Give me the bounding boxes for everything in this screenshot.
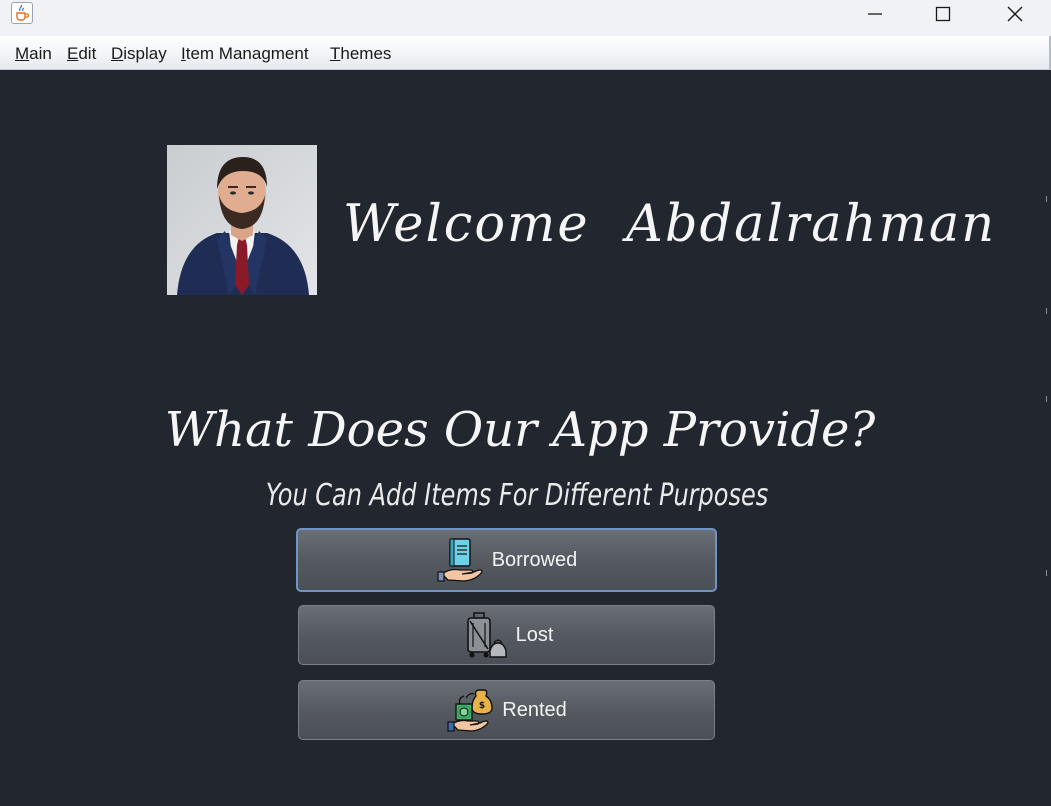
- menu-main[interactable]: Main: [15, 44, 52, 64]
- rented-label: Rented: [502, 698, 567, 721]
- maximize-icon: [935, 6, 951, 22]
- menu-display[interactable]: Display: [111, 44, 167, 64]
- welcome-heading: Welcome Abdalrahman: [343, 195, 997, 254]
- menu-bar: Main Edit Display Item Managment Themes: [0, 36, 1051, 70]
- minimize-button[interactable]: [841, 0, 909, 28]
- menu-item-management[interactable]: Item Managment: [181, 44, 309, 64]
- menu-edit-label: dit: [78, 44, 97, 63]
- lost-button[interactable]: Lost: [298, 605, 715, 665]
- close-button[interactable]: [981, 0, 1049, 28]
- section-subtitle: You Can Add Items For Different Purposes: [265, 478, 769, 513]
- menu-themes[interactable]: Themes: [330, 44, 391, 64]
- menu-themes-mnemonic: T: [330, 44, 341, 63]
- menu-display-label: isplay: [123, 44, 167, 63]
- menu-item-management-label: tem Managment: [185, 44, 309, 63]
- menu-main-label: ain: [29, 44, 52, 63]
- menu-edit[interactable]: Edit: [67, 44, 96, 64]
- maximize-button[interactable]: [909, 0, 977, 28]
- title-bar[interactable]: [0, 0, 1051, 36]
- app-window: Main Edit Display Item Managment Themes: [0, 0, 1051, 806]
- menu-display-mnemonic: D: [111, 44, 124, 63]
- java-cup-icon[interactable]: [11, 2, 33, 24]
- menu-edit-mnemonic: E: [67, 44, 79, 63]
- rented-button[interactable]: $ Rented: [298, 680, 715, 740]
- borrowed-label: Borrowed: [491, 548, 578, 571]
- section-title: What Does Our App Provide?: [164, 402, 876, 458]
- close-icon: [1007, 6, 1023, 22]
- menu-themes-label: hemes: [340, 44, 392, 63]
- user-avatar: [167, 145, 317, 295]
- money-in-hand-icon: $: [447, 689, 493, 732]
- menu-main-mnemonic: M: [15, 44, 30, 63]
- svg-text:$: $: [479, 701, 485, 711]
- minimize-icon: [868, 13, 882, 15]
- borrowed-button[interactable]: Borrowed: [296, 528, 717, 592]
- lost-label: Lost: [515, 623, 554, 646]
- book-in-hand-icon: [437, 538, 483, 582]
- lost-luggage-icon: [466, 612, 507, 658]
